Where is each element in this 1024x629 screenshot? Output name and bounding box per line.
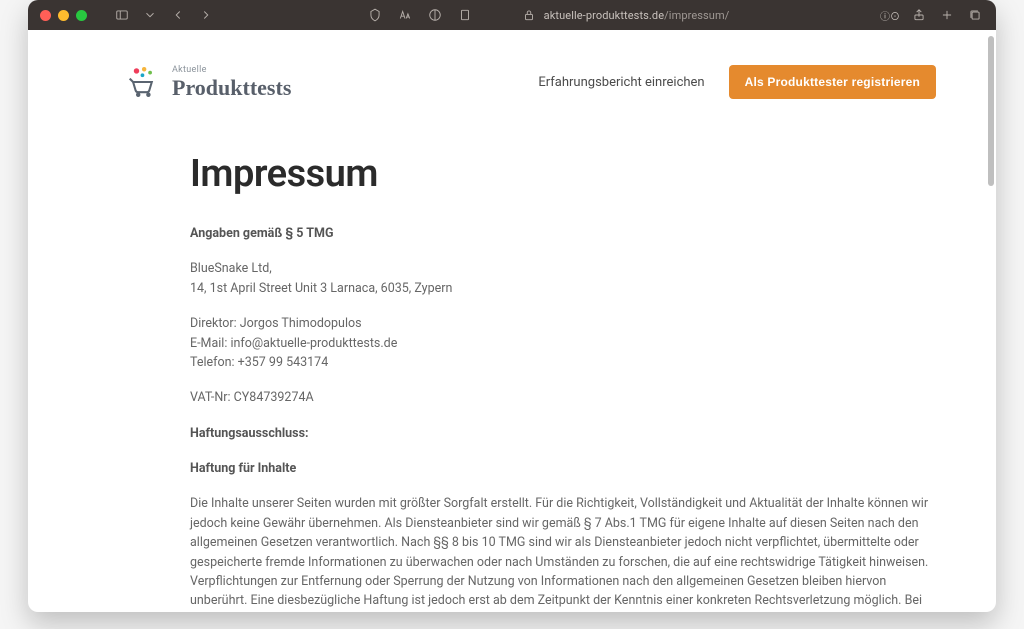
register-tester-button[interactable]: Als Produkttester registrieren [729, 65, 936, 99]
content-liability-heading: Haftung für Inhalte [190, 459, 936, 478]
zoom-window-button[interactable] [76, 10, 87, 21]
content-liability-body: Die Inhalte unserer Seiten wurden mit gr… [190, 494, 936, 612]
tmg-heading: Angaben gemäß § 5 TMG [190, 224, 936, 243]
main-content: Impressum Angaben gemäß § 5 TMG BlueSnak… [128, 112, 936, 612]
scrollbar-thumb[interactable] [988, 36, 994, 186]
url-display[interactable]: aktuelle-produkttests.de/impressum/ [544, 9, 730, 22]
logo-mark-icon [128, 65, 162, 99]
window-controls [40, 10, 87, 21]
page-title: Impressum [190, 152, 936, 196]
site-header: Aktuelle Produkttests Erfahrungsbericht … [128, 52, 936, 112]
titlebar: aktuelle-produkttests.de/impressum/ ⓘ⊙ [28, 0, 996, 30]
forward-icon[interactable] [197, 6, 215, 24]
company-block: BlueSnake Ltd, 14, 1st April Street Unit… [190, 259, 936, 298]
share-icon[interactable] [910, 6, 928, 24]
logo-small-text: Aktuelle [172, 66, 291, 75]
chevron-down-icon[interactable] [141, 6, 159, 24]
close-window-button[interactable] [40, 10, 51, 21]
minimize-window-button[interactable] [58, 10, 69, 21]
new-tab-icon[interactable] [938, 6, 956, 24]
page-viewport: Aktuelle Produkttests Erfahrungsbericht … [28, 30, 996, 612]
text-size-icon[interactable] [396, 6, 414, 24]
site-logo[interactable]: Aktuelle Produkttests [128, 65, 291, 99]
back-icon[interactable] [169, 6, 187, 24]
privacy-report-icon[interactable] [366, 6, 384, 24]
extensions-icon[interactable] [456, 6, 474, 24]
browser-window: aktuelle-produkttests.de/impressum/ ⓘ⊙ [28, 0, 996, 612]
sidebar-icon[interactable] [113, 6, 131, 24]
vat-line: VAT-Nr: CY84739274A [190, 388, 936, 407]
tabs-icon[interactable] [966, 6, 984, 24]
logo-big-text: Produkttests [172, 77, 291, 99]
contact-block: Direktor: Jorgos Thimodopulos E-Mail: in… [190, 314, 936, 372]
reader-mode-icon[interactable] [426, 6, 444, 24]
nav-link-submit-review[interactable]: Erfahrungsbericht einreichen [538, 75, 704, 90]
lock-icon [520, 6, 538, 24]
disclaimer-heading: Haftungsausschluss: [190, 424, 936, 443]
translate-badge[interactable]: ⓘ⊙ [880, 8, 900, 23]
